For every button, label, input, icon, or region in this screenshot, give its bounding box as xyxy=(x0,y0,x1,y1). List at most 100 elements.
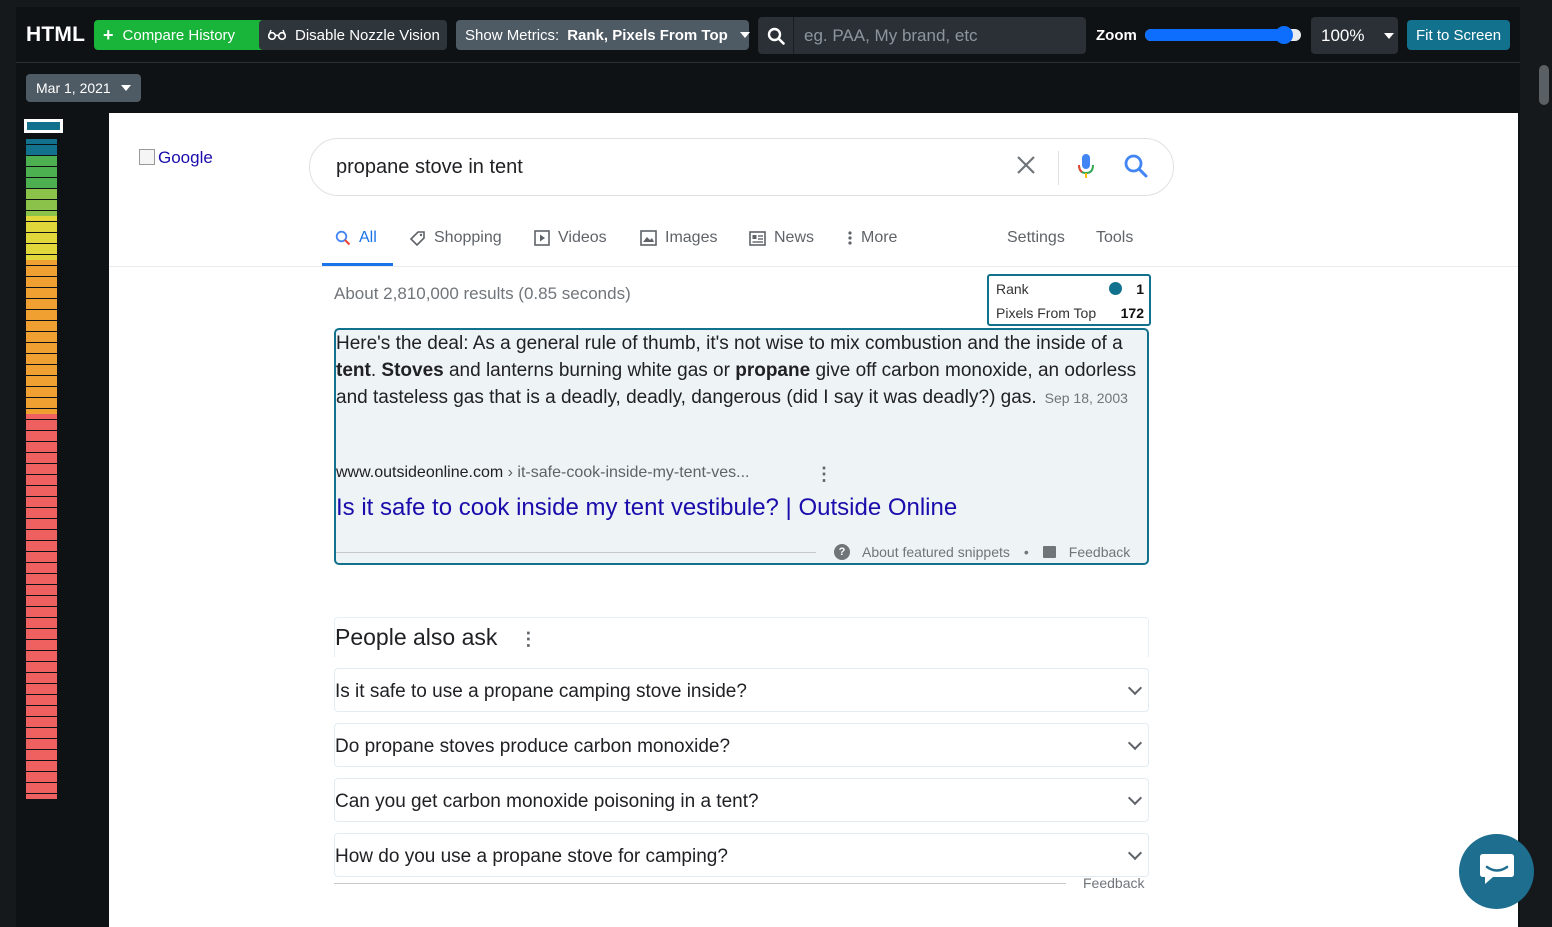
minimap-bar[interactable] xyxy=(26,705,57,711)
minimap-bar[interactable] xyxy=(26,524,57,529)
minimap-bar[interactable] xyxy=(26,403,57,408)
clear-icon[interactable] xyxy=(1015,153,1037,181)
minimap-bar[interactable] xyxy=(26,502,57,507)
minimap-bar[interactable] xyxy=(26,199,57,205)
minimap-bar[interactable] xyxy=(26,793,57,799)
chat-launcher-button[interactable] xyxy=(1459,834,1534,909)
minimap-bar[interactable] xyxy=(26,155,57,161)
about-snippets-link[interactable]: About featured snippets xyxy=(862,544,1010,560)
minimap-bar[interactable] xyxy=(26,436,57,441)
minimap-bar[interactable] xyxy=(26,529,57,535)
tab-settings[interactable]: Settings xyxy=(1007,229,1065,247)
minimap-bar[interactable] xyxy=(26,276,57,282)
tab-tools[interactable]: Tools xyxy=(1096,229,1133,247)
zoom-slider-thumb[interactable] xyxy=(1275,26,1293,44)
google-search-box[interactable]: propane stove in tent xyxy=(309,138,1174,196)
minimap-bar[interactable] xyxy=(26,474,57,480)
minimap-bar[interactable] xyxy=(26,744,57,749)
minimap-bar[interactable] xyxy=(26,282,57,287)
result-minimap[interactable] xyxy=(24,119,63,829)
minimap-bar[interactable] xyxy=(26,667,57,672)
minimap-bar[interactable] xyxy=(26,480,57,485)
snippet-feedback-link[interactable]: Feedback xyxy=(1069,544,1130,560)
minimap-bar[interactable] xyxy=(26,771,57,777)
minimap-bar[interactable] xyxy=(26,463,57,469)
minimap-bar[interactable] xyxy=(26,287,57,293)
minimap-bar[interactable] xyxy=(26,766,57,771)
minimap-bar[interactable] xyxy=(26,645,57,650)
tab-all[interactable]: All xyxy=(335,229,377,247)
minimap-bar[interactable] xyxy=(26,150,57,155)
minimap-bar[interactable] xyxy=(26,738,57,744)
paa-feedback-link[interactable]: Feedback xyxy=(1083,875,1144,891)
more-vert-icon[interactable]: ⋮ xyxy=(519,629,537,649)
more-vert-icon[interactable]: ⋮ xyxy=(815,464,833,485)
minimap-bar[interactable] xyxy=(26,161,57,166)
minimap-bar[interactable] xyxy=(26,513,57,518)
show-metrics-dropdown[interactable]: Show Metrics: Rank, Pixels From Top xyxy=(456,20,750,50)
minimap-bar[interactable] xyxy=(26,458,57,463)
minimap-bar[interactable] xyxy=(26,557,57,562)
minimap-bar[interactable] xyxy=(26,573,57,579)
snippet-title-link[interactable]: Is it safe to cook inside my tent vestib… xyxy=(336,494,957,522)
minimap-bar[interactable] xyxy=(26,342,57,348)
minimap-bar[interactable] xyxy=(26,788,57,793)
minimap-bar[interactable] xyxy=(26,227,57,232)
minimap-bar[interactable] xyxy=(26,540,57,546)
minimap-bar[interactable] xyxy=(26,716,57,722)
minimap-bar[interactable] xyxy=(26,469,57,474)
minimap-bar[interactable] xyxy=(26,425,57,430)
minimap-bar[interactable] xyxy=(26,678,57,683)
minimap-bar[interactable] xyxy=(26,551,57,557)
zoom-slider[interactable] xyxy=(1145,26,1301,44)
minimap-bar[interactable] xyxy=(26,408,57,414)
minimap-bar[interactable] xyxy=(26,364,57,370)
featured-snippet[interactable]: Here's the deal: As a general rule of th… xyxy=(334,328,1149,565)
minimap-bar[interactable] xyxy=(26,623,57,628)
minimap-bar[interactable] xyxy=(26,238,57,243)
minimap-bar[interactable] xyxy=(26,634,57,639)
minimap-bar[interactable] xyxy=(26,397,57,403)
minimap-bar[interactable] xyxy=(26,760,57,766)
minimap-bar[interactable] xyxy=(26,755,57,760)
minimap-bar[interactable] xyxy=(26,535,57,540)
zoom-select[interactable]: 100% xyxy=(1311,17,1398,54)
minimap-bar[interactable] xyxy=(26,590,57,595)
minimap-bar[interactable] xyxy=(26,326,57,331)
minimap-bar[interactable] xyxy=(26,546,57,551)
minimap-bar[interactable] xyxy=(26,194,57,199)
paa-question[interactable]: Is it safe to use a propane camping stov… xyxy=(334,668,1149,712)
minimap-bar[interactable] xyxy=(26,733,57,738)
minimap-bar[interactable] xyxy=(26,249,57,254)
minimap-bar[interactable] xyxy=(26,650,57,656)
minimap-bar[interactable] xyxy=(26,298,57,304)
fit-to-screen-button[interactable]: Fit to Screen xyxy=(1407,20,1511,50)
minimap-bar[interactable] xyxy=(26,337,57,342)
disable-nozzle-vision-button[interactable]: Disable Nozzle Vision xyxy=(259,20,447,50)
minimap-bar[interactable] xyxy=(26,315,57,320)
minimap-bar[interactable] xyxy=(26,661,57,667)
minimap-bar[interactable] xyxy=(26,370,57,375)
minimap-bar[interactable] xyxy=(26,447,57,452)
minimap-bar[interactable] xyxy=(26,375,57,381)
tab-shopping[interactable]: Shopping xyxy=(409,229,502,247)
minimap-bar[interactable] xyxy=(26,722,57,727)
paa-question[interactable]: Can you get carbon monoxide poisoning in… xyxy=(334,778,1149,822)
minimap-bar[interactable] xyxy=(26,166,57,172)
paa-question[interactable]: How do you use a propane stove for campi… xyxy=(334,833,1149,877)
minimap-bar[interactable] xyxy=(26,177,57,183)
search-input[interactable] xyxy=(794,25,1074,46)
microphone-icon[interactable] xyxy=(1077,153,1095,184)
minimap-bar[interactable] xyxy=(26,579,57,584)
minimap-bar[interactable] xyxy=(26,210,57,216)
scroll-thumb[interactable] xyxy=(1539,65,1549,105)
tab-videos[interactable]: Videos xyxy=(534,229,607,247)
snippet-url[interactable]: www.outsideonline.com › it-safe-cook-ins… xyxy=(336,464,749,482)
minimap-bar[interactable] xyxy=(26,260,57,265)
minimap-bar[interactable] xyxy=(26,271,57,276)
minimap-bar[interactable] xyxy=(26,293,57,298)
minimap-bar[interactable] xyxy=(26,348,57,353)
minimap-bar[interactable] xyxy=(26,711,57,716)
minimap-bar[interactable] xyxy=(26,689,57,694)
tab-more[interactable]: More xyxy=(847,229,897,247)
